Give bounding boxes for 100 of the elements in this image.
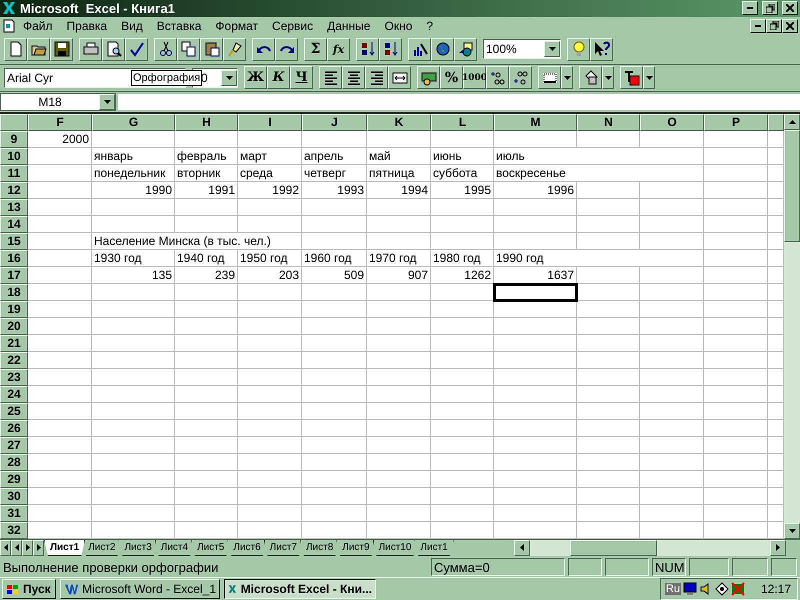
previous-sheet-button[interactable] (11, 540, 22, 556)
spreadsheet-cell[interactable] (238, 284, 302, 301)
redo-button[interactable] (275, 38, 298, 61)
spreadsheet-cell[interactable] (640, 182, 704, 199)
row-header[interactable]: 24 (0, 386, 28, 403)
spreadsheet-cell[interactable] (238, 334, 302, 352)
spreadsheet-cell[interactable] (640, 130, 704, 148)
spreadsheet-cell[interactable] (175, 368, 238, 386)
minimize-button[interactable] (750, 18, 766, 33)
spreadsheet-cell[interactable] (494, 334, 577, 352)
spreadsheet-cell[interactable] (431, 130, 494, 148)
spreadsheet-cell[interactable] (494, 368, 577, 386)
column-header[interactable]: I (238, 114, 302, 131)
spreadsheet-cell[interactable] (431, 352, 494, 369)
spreadsheet-cell[interactable] (431, 334, 494, 352)
spreadsheet-cell[interactable]: 1930 год (92, 250, 175, 267)
spreadsheet-cell[interactable] (577, 284, 640, 301)
sort-ascending-button[interactable] (356, 38, 379, 61)
spreadsheet-cell[interactable] (175, 318, 238, 335)
spreadsheet-cell[interactable] (704, 216, 768, 233)
spreadsheet-cell[interactable] (704, 300, 768, 318)
spreadsheet-cell[interactable] (640, 232, 704, 250)
row-header[interactable]: 23 (0, 368, 28, 386)
spreadsheet-cell[interactable] (238, 352, 302, 369)
column-header[interactable]: N (577, 114, 640, 131)
print-button[interactable] (79, 38, 102, 61)
globe-button[interactable] (431, 38, 454, 61)
spreadsheet-cell[interactable] (92, 284, 175, 301)
spreadsheet-cell[interactable] (431, 470, 494, 488)
row-header[interactable]: 11 (0, 164, 28, 182)
spreadsheet-cell[interactable]: четверг (302, 164, 367, 182)
restore-button[interactable] (766, 18, 782, 33)
spreadsheet-cell[interactable] (367, 504, 431, 522)
spreadsheet-cell[interactable] (640, 198, 704, 216)
row-header[interactable]: 19 (0, 300, 28, 318)
spreadsheet-cell[interactable] (175, 470, 238, 488)
spreadsheet-cell[interactable] (431, 402, 494, 420)
spreadsheet-cell[interactable] (704, 250, 768, 267)
spreadsheet-cell[interactable] (494, 454, 577, 471)
close-button[interactable] (782, 1, 798, 16)
spreadsheet-cell[interactable] (28, 420, 92, 437)
spreadsheet-cell[interactable] (704, 232, 768, 250)
spreadsheet-cell[interactable] (28, 164, 92, 182)
print-preview-button[interactable] (102, 38, 125, 61)
row-header[interactable]: 21 (0, 334, 28, 352)
row-header[interactable]: 9 (0, 130, 28, 148)
spreadsheet-cell[interactable] (28, 318, 92, 335)
spreadsheet-cell[interactable]: май (367, 148, 431, 165)
spreadsheet-cell[interactable] (577, 130, 640, 148)
spreadsheet-cell[interactable] (577, 436, 640, 454)
spreadsheet-cell[interactable] (175, 454, 238, 471)
percent-button[interactable]: % (440, 66, 463, 90)
spreadsheet-cell[interactable]: 1996 (494, 182, 577, 199)
spreadsheet-cell[interactable]: Население Минска (в тыс. чел.) (92, 232, 302, 250)
spreadsheet-cell[interactable] (431, 318, 494, 335)
dropdown-button[interactable] (544, 41, 560, 58)
font-color-button[interactable] (620, 66, 643, 90)
select-all-button[interactable] (0, 114, 28, 131)
spreadsheet-cell[interactable] (175, 420, 238, 437)
column-header[interactable]: O (640, 114, 704, 131)
spreadsheet-cell[interactable] (494, 300, 577, 318)
spreadsheet-cell[interactable] (704, 402, 768, 420)
align-left-button[interactable] (319, 66, 342, 90)
spreadsheet-cell[interactable] (367, 198, 431, 216)
spreadsheet-cell[interactable] (704, 318, 768, 335)
spreadsheet-cell[interactable] (367, 436, 431, 454)
sheet-tab[interactable]: Лист1 (44, 540, 86, 556)
spreadsheet-cell[interactable] (577, 454, 640, 471)
spreadsheet-cell[interactable] (704, 504, 768, 522)
spreadsheet-cell[interactable] (302, 334, 367, 352)
horizontal-scrollbar[interactable] (530, 540, 770, 556)
autosum-button[interactable]: Σ (304, 38, 327, 61)
spreadsheet-cell[interactable] (367, 284, 431, 301)
spreadsheet-cell[interactable] (302, 284, 367, 301)
spreadsheet-cell[interactable]: пятница (367, 164, 431, 182)
taskbar-button[interactable]: Microsoft Excel - Кни... (224, 579, 376, 599)
font-color-dropdown-button[interactable] (643, 66, 655, 90)
spreadsheet-cell[interactable]: 239 (175, 266, 238, 284)
spreadsheet-cell[interactable] (640, 420, 704, 437)
column-header[interactable]: G (92, 114, 175, 131)
menu-item[interactable]: Формат (208, 18, 266, 33)
spreadsheet-cell[interactable] (367, 352, 431, 369)
column-header[interactable]: P (704, 114, 768, 131)
spreadsheet-cell[interactable]: суббота (431, 164, 494, 182)
spreadsheet-cell[interactable] (175, 284, 238, 301)
spreadsheet-cell[interactable] (175, 436, 238, 454)
chart-wizard-button[interactable] (408, 38, 431, 61)
menu-item[interactable]: Окно (377, 18, 420, 33)
spreadsheet-cell[interactable] (92, 488, 175, 505)
spreadsheet-cell[interactable] (494, 216, 577, 233)
row-header[interactable]: 28 (0, 454, 28, 471)
next-sheet-button[interactable] (22, 540, 33, 556)
spreadsheet-cell[interactable] (640, 386, 704, 403)
spreadsheet-cell[interactable] (238, 454, 302, 471)
borders-dropdown-button[interactable] (561, 66, 573, 90)
spreadsheet-cell[interactable] (494, 436, 577, 454)
spreadsheet-cell[interactable] (577, 368, 640, 386)
spreadsheet-cell[interactable] (238, 420, 302, 437)
function-button[interactable]: fx (327, 38, 350, 61)
menu-item[interactable]: Сервис (265, 18, 320, 33)
